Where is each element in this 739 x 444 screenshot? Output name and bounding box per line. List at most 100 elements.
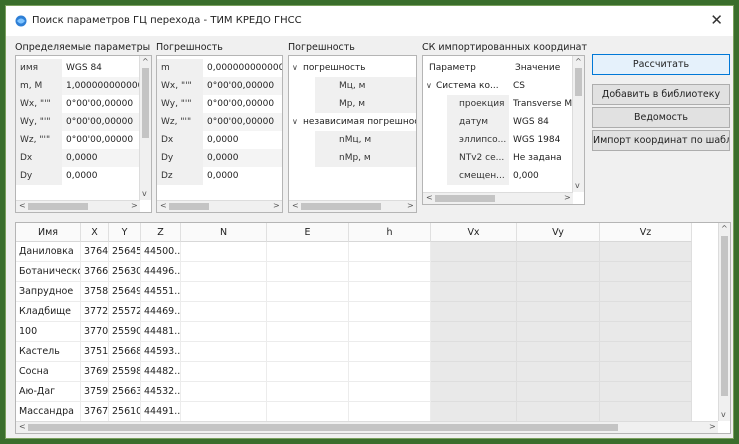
table-horizontal-scrollbar[interactable]: < >: [16, 421, 718, 433]
param-value[interactable]: 1,0000000000000: [66, 77, 140, 95]
table-cell[interactable]: Даниловка: [16, 242, 81, 262]
table-cell[interactable]: [349, 322, 431, 342]
import-template-button[interactable]: Импорт координат по шаблону: [592, 130, 730, 151]
tree-horizontal-scrollbar[interactable]: < >: [289, 200, 416, 212]
table-scroll-right-icon[interactable]: >: [709, 422, 716, 432]
table-cell[interactable]: 25649...: [109, 282, 141, 302]
param-value[interactable]: 0,0000: [66, 167, 140, 185]
column-header-8[interactable]: Vy: [517, 223, 600, 242]
table-cell[interactable]: 44532...: [141, 382, 181, 402]
errors-horizontal-scrollbar[interactable]: < >: [157, 200, 282, 212]
table-cell[interactable]: [267, 342, 349, 362]
table-cell[interactable]: [267, 362, 349, 382]
column-header-0[interactable]: Имя: [16, 223, 81, 242]
table-vertical-scrollbar[interactable]: ^ v: [718, 223, 730, 421]
statement-button[interactable]: Ведомость: [592, 107, 730, 128]
table-cell[interactable]: [349, 302, 431, 322]
table-cell[interactable]: 44481...: [141, 322, 181, 342]
table-cell[interactable]: 44551...: [141, 282, 181, 302]
column-header-2[interactable]: Y: [109, 223, 141, 242]
table-cell[interactable]: 3764...: [81, 242, 109, 262]
params-scroll-down-icon[interactable]: v: [142, 189, 147, 199]
error-value[interactable]: 0,0000: [207, 167, 282, 185]
param-value[interactable]: 0°00'00,00000: [66, 131, 140, 149]
param-value[interactable]: 0,0000: [66, 149, 140, 167]
params-horizontal-scroll-thumb[interactable]: [28, 203, 88, 210]
error-value[interactable]: 0,000000000000: [207, 59, 282, 77]
table-cell[interactable]: 25663...: [109, 382, 141, 402]
cs-scroll-right-icon[interactable]: >: [564, 193, 571, 203]
table-cell[interactable]: 44496...: [141, 262, 181, 282]
table-cell[interactable]: [267, 262, 349, 282]
table-cell[interactable]: [349, 282, 431, 302]
table-cell[interactable]: Массандра: [16, 402, 81, 422]
close-icon[interactable]: ✕: [710, 12, 723, 28]
table-cell[interactable]: [181, 242, 267, 262]
errors-horizontal-scroll-thumb[interactable]: [169, 203, 209, 210]
column-header-7[interactable]: Vx: [431, 223, 517, 242]
table-cell[interactable]: [267, 282, 349, 302]
table-cell[interactable]: [349, 342, 431, 362]
table-cell[interactable]: 3766...: [81, 262, 109, 282]
error-value[interactable]: 0,0000: [207, 149, 282, 167]
table-cell[interactable]: [267, 322, 349, 342]
table-cell[interactable]: 3759...: [81, 382, 109, 402]
cs-scroll-down-icon[interactable]: v: [575, 181, 580, 191]
table-cell[interactable]: [267, 402, 349, 422]
table-cell[interactable]: 44482...: [141, 362, 181, 382]
points-table[interactable]: ИмяXYZNEhVxVyVzДаниловка3764...25645...4…: [15, 222, 731, 434]
param-value[interactable]: 0°00'00,00000: [66, 95, 140, 113]
table-cell[interactable]: Кастель: [16, 342, 81, 362]
column-header-9[interactable]: Vz: [600, 223, 692, 242]
errors-scroll-right-icon[interactable]: >: [273, 201, 280, 211]
tree-scroll-right-icon[interactable]: >: [407, 201, 414, 211]
calculate-button[interactable]: Рассчитать: [592, 54, 730, 75]
error-tree[interactable]: ∨ погрешность Mц, м Mp, м ∨ независимая погре…: [288, 55, 417, 213]
table-cell[interactable]: [349, 362, 431, 382]
param-value[interactable]: WGS 84: [66, 59, 140, 77]
table-cell[interactable]: 3772...: [81, 302, 109, 322]
errors-scroll-left-icon[interactable]: <: [160, 201, 167, 211]
table-scroll-down-icon[interactable]: v: [721, 410, 726, 420]
params-scroll-right-icon[interactable]: >: [131, 201, 138, 211]
table-cell[interactable]: 3769...: [81, 362, 109, 382]
column-header-5[interactable]: E: [267, 223, 349, 242]
chevron-down-icon[interactable]: ∨: [292, 113, 298, 131]
table-scroll-up-icon[interactable]: ^: [721, 224, 728, 234]
table-cell[interactable]: [349, 382, 431, 402]
tree-horizontal-scroll-thumb[interactable]: [301, 203, 381, 210]
table-cell[interactable]: Аю-Даг: [16, 382, 81, 402]
table-cell[interactable]: 25645...: [109, 242, 141, 262]
table-cell[interactable]: [181, 302, 267, 322]
table-cell[interactable]: [267, 302, 349, 322]
params-scroll-left-icon[interactable]: <: [19, 201, 26, 211]
cs-row[interactable]: ∨ Система ко... CS: [423, 77, 573, 95]
cs-vertical-scroll-thumb[interactable]: [575, 68, 582, 96]
add-to-library-button[interactable]: Добавить в библиотеку: [592, 84, 730, 105]
error-value[interactable]: 0°00'00,00000: [207, 113, 282, 131]
table-cell[interactable]: [181, 402, 267, 422]
table-cell[interactable]: 25572...: [109, 302, 141, 322]
tree-row[interactable]: ∨ независимая погрешность: [289, 113, 416, 131]
table-cell[interactable]: [349, 262, 431, 282]
cs-scroll-up-icon[interactable]: ^: [575, 57, 582, 67]
param-value[interactable]: 0°00'00,00000: [66, 113, 140, 131]
error-value[interactable]: 0°00'00,00000: [207, 95, 282, 113]
table-cell[interactable]: [349, 242, 431, 262]
table-scroll-left-icon[interactable]: <: [19, 422, 26, 432]
table-cell[interactable]: Ботаническое: [16, 262, 81, 282]
table-cell[interactable]: 100: [16, 322, 81, 342]
table-vertical-scroll-thumb[interactable]: [721, 236, 728, 396]
table-cell[interactable]: 25610...: [109, 402, 141, 422]
table-cell[interactable]: 3770...: [81, 322, 109, 342]
table-cell[interactable]: [181, 342, 267, 362]
table-cell[interactable]: 44469...: [141, 302, 181, 322]
table-cell[interactable]: [181, 322, 267, 342]
table-cell[interactable]: [181, 282, 267, 302]
table-horizontal-scroll-thumb[interactable]: [28, 424, 618, 431]
params-vertical-scroll-thumb[interactable]: [142, 68, 149, 138]
column-header-1[interactable]: X: [81, 223, 109, 242]
table-cell[interactable]: 25630...: [109, 262, 141, 282]
table-cell[interactable]: Запрудное: [16, 282, 81, 302]
params-horizontal-scrollbar[interactable]: < >: [16, 200, 140, 212]
